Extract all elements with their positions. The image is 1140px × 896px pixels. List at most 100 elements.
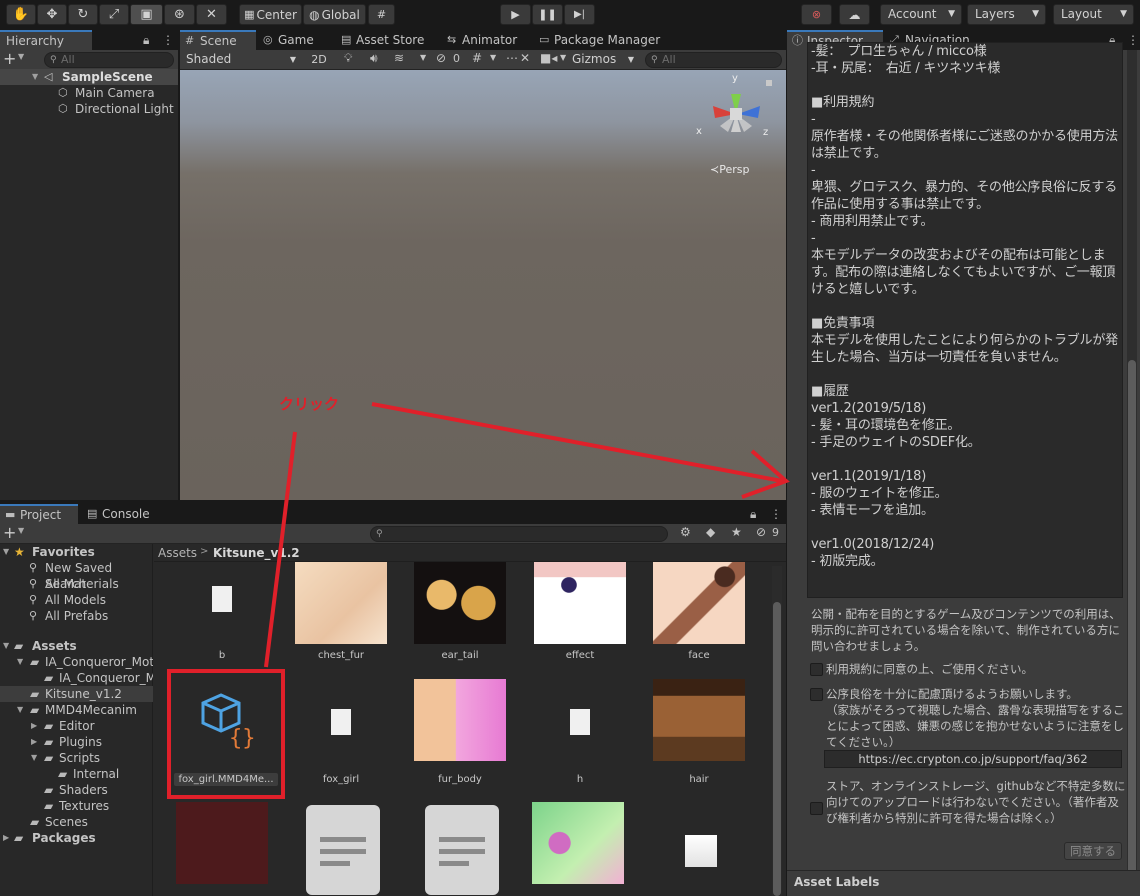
tab-animator[interactable]: ⇆ Animator: [442, 30, 528, 50]
asset-item[interactable]: fox_girl: [291, 679, 391, 785]
list-item[interactable]: ⚲ All Materials: [0, 576, 153, 592]
grid-icon[interactable]: #: [472, 51, 482, 65]
hand-tool-button[interactable]: ✋: [6, 4, 36, 25]
tab-package-manager[interactable]: ▭ Package Manager: [534, 30, 674, 50]
breadcrumb-root[interactable]: Assets: [158, 546, 197, 560]
snap-icon[interactable]: ⋯: [506, 51, 518, 65]
filter-type-icon[interactable]: ⚙: [680, 525, 691, 539]
breadcrumb-current[interactable]: Kitsune_v1.2: [213, 546, 300, 560]
tab-scene[interactable]: # Scene: [180, 30, 256, 50]
shading-mode-dropdown[interactable]: Shaded ▼: [182, 51, 300, 68]
public-morals-checkbox[interactable]: [810, 688, 823, 701]
list-item[interactable]: ⚲ All Models: [0, 592, 153, 608]
asset-item[interactable]: effect: [530, 562, 630, 662]
scrollbar-thumb[interactable]: [1128, 360, 1136, 896]
folder-item[interactable]: ▼ ▰ Scripts: [0, 750, 153, 766]
hierarchy-search-input[interactable]: ⚲ All: [44, 52, 174, 68]
pivot-center-button[interactable]: ▦ Center: [239, 4, 302, 25]
assets-header[interactable]: ▼ ▰ Assets: [0, 638, 153, 654]
lock-icon[interactable]: 🔒︎: [750, 504, 756, 524]
packages-header[interactable]: ▶ ▰ Packages: [0, 830, 153, 846]
chevron-down-icon[interactable]: ▼: [420, 53, 426, 62]
step-button[interactable]: ▶|: [564, 4, 595, 25]
kebab-menu-icon[interactable]: ⋮: [162, 30, 174, 50]
gizmo-lock-icon[interactable]: [766, 80, 772, 86]
lighting-icon[interactable]: 💡︎: [344, 51, 352, 66]
agree-terms-checkbox[interactable]: [810, 663, 823, 676]
chevron-down-icon[interactable]: ▼: [490, 53, 496, 62]
audio-icon[interactable]: 🔊︎: [370, 51, 378, 66]
tab-game[interactable]: ◎ Game: [258, 30, 332, 50]
add-icon[interactable]: +: [3, 524, 16, 542]
folder-item-selected[interactable]: ▰ Kitsune_v1.2: [0, 686, 153, 702]
kebab-menu-icon[interactable]: ⋮: [770, 504, 782, 524]
project-search-input[interactable]: ⚲: [370, 526, 668, 542]
folder-item[interactable]: ▰ Shaders: [0, 782, 153, 798]
asset-item-selected[interactable]: {} fox_girl.MMD4Me...: [167, 669, 285, 799]
asset-grid-scrollbar[interactable]: [772, 566, 782, 896]
asset-item[interactable]: fur_body: [410, 679, 510, 785]
scrollbar-thumb[interactable]: [773, 602, 781, 896]
transform-tool-button[interactable]: ⊛: [164, 4, 195, 25]
asset-item[interactable]: [685, 835, 785, 867]
faq-link-button[interactable]: https://ec.crypton.co.jp/support/faq/362: [824, 750, 1122, 768]
mode-2d-toggle[interactable]: 2D: [306, 51, 332, 68]
add-icon[interactable]: +: [3, 50, 16, 68]
folder-item[interactable]: ▶ ▰ Editor: [0, 718, 153, 734]
visibility-icon[interactable]: ⊘: [436, 51, 446, 65]
chevron-down-icon[interactable]: ▼: [18, 526, 24, 535]
tab-console[interactable]: ▤ Console: [82, 504, 162, 524]
collab-button[interactable]: ⊗: [801, 4, 832, 25]
grid-snap-button[interactable]: #: [368, 4, 395, 25]
scene-viewport[interactable]: y x z ≺Persp: [180, 70, 786, 500]
scene-row[interactable]: ▼ ◁ SampleScene: [0, 69, 178, 85]
asset-item[interactable]: face: [649, 562, 749, 662]
no-upload-checkbox[interactable]: [810, 802, 823, 815]
cloud-button[interactable]: ☁: [839, 4, 870, 25]
visibility-icon[interactable]: ⊘: [756, 525, 766, 539]
asset-labels-bar[interactable]: Asset Labels: [787, 870, 1140, 896]
scale-tool-button[interactable]: ⤢: [99, 4, 129, 25]
inspector-scrollbar[interactable]: [1127, 50, 1137, 896]
pivot-global-button[interactable]: ◍ Global: [303, 4, 366, 25]
layers-dropdown[interactable]: Layers ▼: [967, 4, 1046, 25]
custom-tool-button[interactable]: ✕: [196, 4, 227, 25]
folder-item[interactable]: ▶ ▰ Plugins: [0, 734, 153, 750]
gizmos-dropdown[interactable]: Gizmos ▼: [570, 51, 638, 68]
folder-item[interactable]: ▰ Scenes: [0, 814, 153, 830]
folder-item[interactable]: ▼ ▰ MMD4Mecanim: [0, 702, 153, 718]
list-item[interactable]: ⚲ New Saved Search: [0, 560, 153, 591]
effects-icon[interactable]: ≋: [394, 51, 404, 65]
agree-button[interactable]: 同意する: [1064, 842, 1122, 860]
list-item[interactable]: ⚲ All Prefabs: [0, 608, 153, 624]
layout-dropdown[interactable]: Layout ▼: [1053, 4, 1134, 25]
asset-item[interactable]: hair: [649, 679, 749, 785]
tab-hierarchy[interactable]: Hierarchy: [0, 30, 92, 50]
asset-item[interactable]: ear_tail: [410, 562, 510, 662]
lock-icon[interactable]: 🔒︎: [143, 30, 149, 50]
tab-project[interactable]: ▬ Project: [0, 504, 78, 524]
chevron-down-icon[interactable]: ▼: [18, 52, 24, 61]
asset-item[interactable]: h: [530, 679, 630, 785]
asset-item[interactable]: [425, 805, 525, 895]
rect-tool-button[interactable]: ▣: [130, 4, 163, 25]
hierarchy-item[interactable]: ⬡ Main Camera: [0, 85, 178, 101]
scene-search-input[interactable]: ⚲ All: [645, 52, 782, 68]
tools-icon[interactable]: ✕: [520, 51, 530, 65]
asset-item[interactable]: [532, 802, 632, 896]
folder-item[interactable]: ▰ Textures: [0, 798, 153, 814]
projection-toggle[interactable]: ≺Persp: [710, 163, 749, 176]
star-icon[interactable]: ★: [731, 525, 742, 539]
favorites-header[interactable]: ▼ ★ Favorites: [0, 544, 153, 560]
chevron-down-icon[interactable]: ▼: [560, 53, 566, 62]
account-dropdown[interactable]: Account ▼: [880, 4, 962, 25]
asset-item[interactable]: b: [172, 562, 272, 662]
camera-icon[interactable]: ■◂: [540, 51, 557, 65]
asset-item[interactable]: [176, 802, 276, 896]
folder-item[interactable]: ▰ IA_Conqueror_Mo: [0, 670, 153, 686]
folder-item[interactable]: ▼ ▰ IA_Conqueror_Motio: [0, 654, 153, 670]
kebab-menu-icon[interactable]: ⋮: [1127, 30, 1139, 50]
label-icon[interactable]: ◆: [706, 525, 715, 539]
play-button[interactable]: ▶: [500, 4, 531, 25]
scene-gizmo[interactable]: [698, 74, 778, 154]
